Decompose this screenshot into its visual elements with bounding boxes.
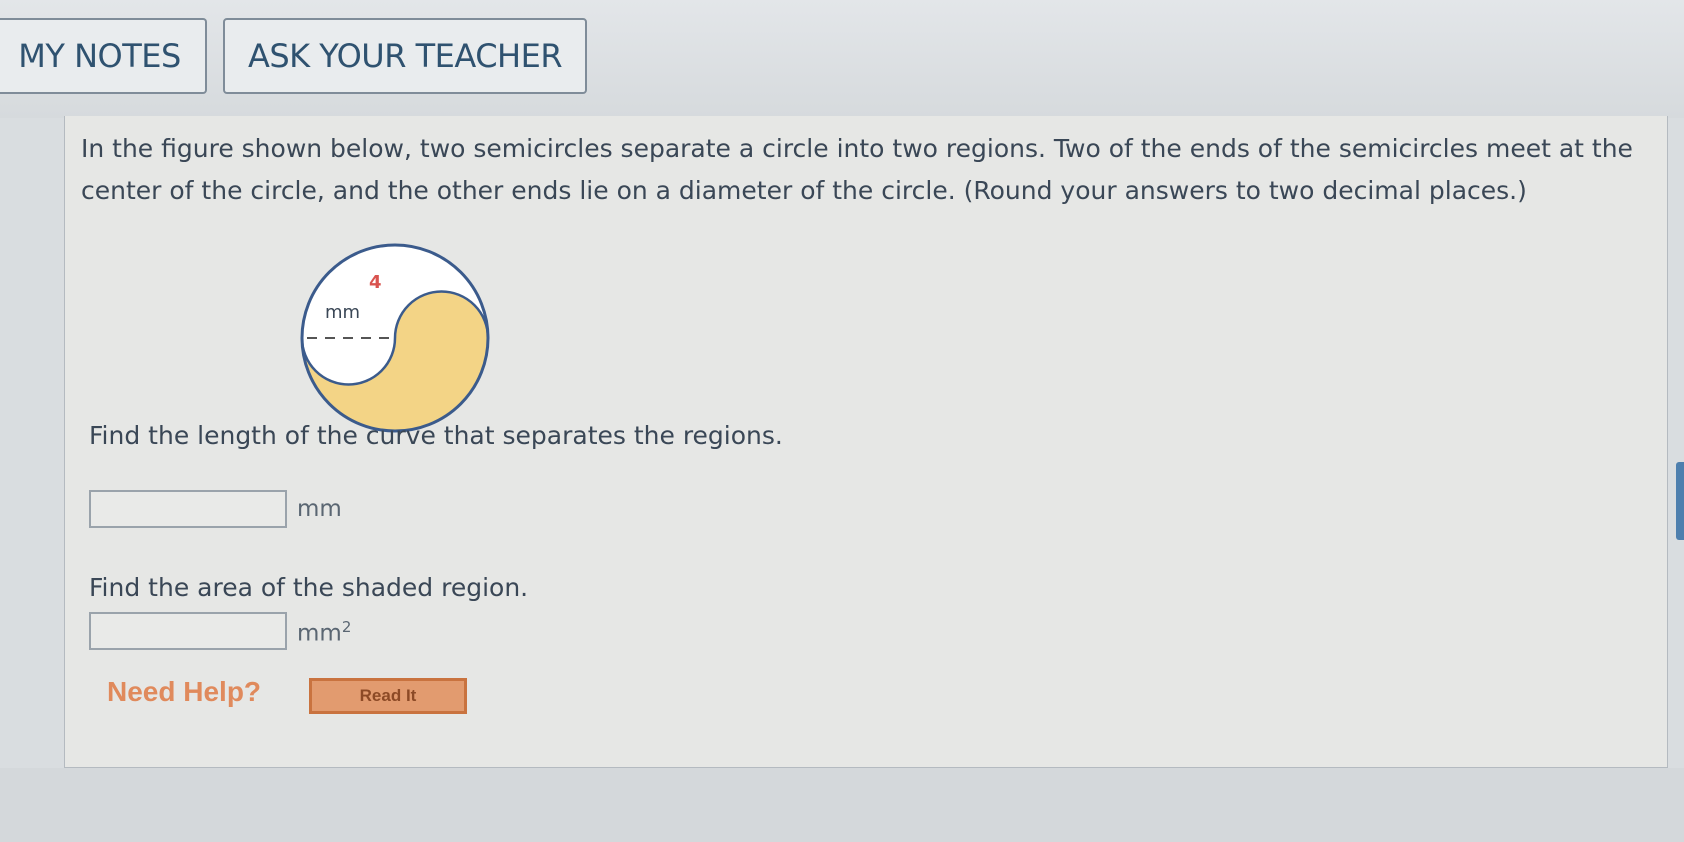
area-answer-input[interactable] <box>89 612 287 650</box>
area-prompt: Find the area of the shaded region. <box>89 573 529 602</box>
length-unit: mm <box>297 496 342 522</box>
semicircle-figure: 4 mm <box>300 243 490 433</box>
my-notes-button[interactable]: MY NOTES <box>0 18 207 94</box>
length-prompt: Find the length of the curve that separa… <box>89 421 783 450</box>
read-it-button[interactable]: Read It <box>309 678 467 714</box>
area-unit: mm2 <box>297 618 351 647</box>
length-answer-input[interactable] <box>89 490 287 528</box>
area-unit-exponent: 2 <box>341 618 352 636</box>
scrollbar-thumb[interactable] <box>1676 462 1684 540</box>
radius-value: 4 <box>369 272 382 293</box>
area-unit-base: mm <box>297 620 342 647</box>
question-text: In the figure shown below, two semicircl… <box>81 134 1633 205</box>
need-help-label: Need Help? <box>107 676 262 707</box>
question-panel: In the figure shown below, two semicircl… <box>64 116 1668 768</box>
top-toolbar: MY NOTES ASK YOUR TEACHER <box>0 0 1684 118</box>
ask-your-teacher-button[interactable]: ASK YOUR TEACHER <box>223 18 587 94</box>
page-bottom <box>0 768 1684 842</box>
radius-unit: mm <box>325 302 360 323</box>
